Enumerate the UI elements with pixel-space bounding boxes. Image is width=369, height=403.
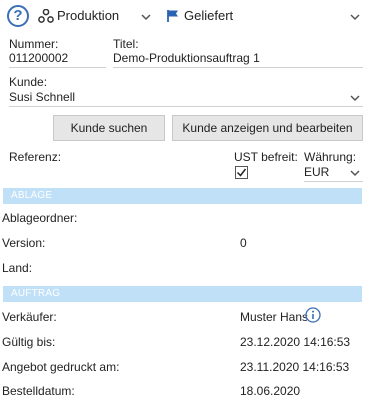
ust-checkbox[interactable] — [235, 166, 248, 179]
kunde-anzeigen-button[interactable]: Kunde anzeigen und bearbeiten — [172, 115, 363, 141]
titel-field[interactable]: Demo-Produktionsauftrag 1 — [113, 51, 260, 65]
land-label: Land: — [2, 261, 33, 275]
gueltig-label: Gültig bis: — [2, 335, 56, 349]
type-select[interactable]: Produktion — [38, 4, 156, 28]
ablage-section-header: ABLAGE — [3, 188, 362, 204]
titel-underline — [113, 67, 363, 68]
nummer-underline — [9, 67, 106, 68]
bestelldatum-label: Bestelldatum: — [2, 384, 75, 398]
info-circle-icon[interactable] — [305, 307, 321, 323]
gedruckt-label: Angebot gedruckt am: — [2, 360, 120, 374]
production-nodes-icon — [38, 9, 54, 23]
flag-icon — [167, 10, 178, 22]
nummer-label: Nummer: — [9, 37, 59, 51]
version-value: 0 — [240, 236, 247, 250]
gueltig-value: 23.12.2020 14:16:53 — [240, 335, 351, 349]
nummer-field[interactable]: 011200002 — [9, 51, 68, 65]
version-label: Version: — [2, 236, 46, 250]
status-select[interactable]: Geliefert — [163, 4, 365, 28]
kunde-underline — [9, 106, 363, 107]
bestelldatum-value: 18.06.2020 — [240, 384, 301, 398]
verkaeufer-label: Verkäufer: — [2, 310, 57, 324]
help-icon[interactable]: ? — [7, 5, 29, 27]
waehrung-underline — [304, 181, 363, 182]
chevron-down-icon — [350, 14, 360, 21]
titel-label: Titel: — [113, 37, 139, 51]
chevron-down-icon — [350, 170, 360, 177]
chevron-down-icon — [141, 14, 151, 21]
waehrung-select[interactable]: EUR — [304, 163, 363, 181]
auftrag-section-header: AUFTRAG — [3, 286, 362, 302]
type-select-value: Produktion — [57, 8, 120, 23]
gedruckt-value: 23.11.2020 14:16:53 — [240, 360, 350, 374]
kunde-select[interactable]: Susi Schnell — [9, 88, 363, 106]
chevron-down-icon — [350, 95, 360, 102]
check-icon — [236, 168, 247, 177]
waehrung-select-value: EUR — [304, 165, 330, 179]
ust-label: UST befreit: — [234, 150, 298, 164]
verkaeufer-value: Muster Hans — [240, 310, 309, 324]
status-select-value: Geliefert — [184, 8, 234, 23]
kunde-select-value: Susi Schnell — [9, 90, 76, 104]
referenz-label: Referenz: — [9, 150, 62, 164]
ablageordner-label: Ablageordner: — [2, 211, 78, 225]
referenz-field[interactable] — [80, 147, 220, 181]
waehrung-label: Währung: — [304, 150, 357, 164]
kunde-label: Kunde: — [9, 75, 48, 89]
kunde-suchen-button[interactable]: Kunde suchen — [53, 115, 165, 141]
